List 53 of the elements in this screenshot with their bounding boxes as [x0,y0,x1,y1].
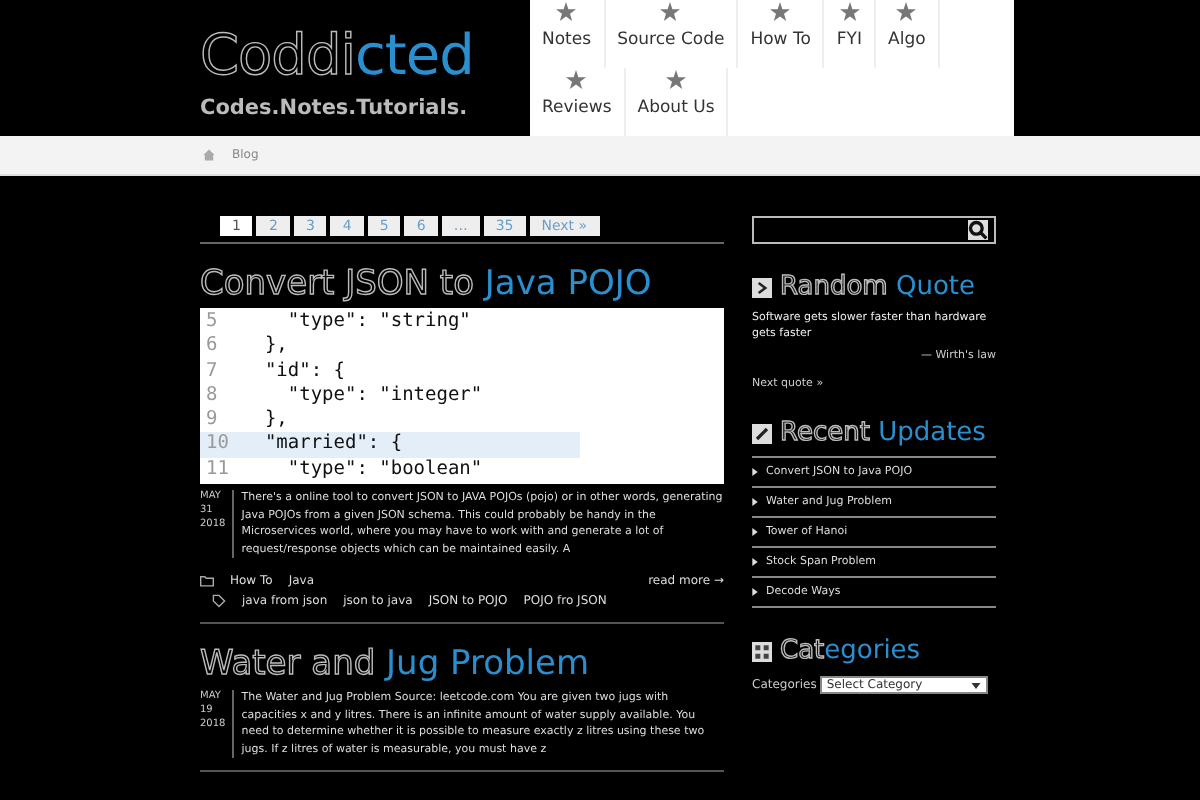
code-line: "married": { [262,432,403,458]
nav-link[interactable]: Algo [876,0,940,68]
site-logo[interactable]: Coddicted [200,24,474,88]
line-number: 11 [204,457,231,483]
nav-label: How To [750,30,811,50]
caret-icon [970,679,983,691]
star-icon [666,70,686,90]
grid-icon [752,641,772,661]
nav-label: FYI [836,30,863,50]
post-title[interactable]: Convert JSON to Java POJO [200,264,724,304]
nav-label: Notes [542,30,592,50]
bullet-icon [752,498,758,506]
star-icon [660,2,681,22]
star-icon [896,2,917,22]
line-number: 9 [204,408,220,433]
star-icon [839,2,860,22]
code-line: }, [262,334,288,360]
post-title[interactable]: Water and Jug Problem [200,644,724,685]
pencil-icon [752,423,772,443]
star-icon [566,70,587,90]
tag-icon [212,593,226,608]
nav-link[interactable]: FYI [824,0,877,68]
nav-link[interactable]: Notes [530,0,606,68]
line-number: 8 [204,383,220,409]
nav-label: About Us [637,98,715,118]
widget-title: Categories [780,636,921,666]
search-icon[interactable] [968,220,988,240]
code-line: "type": "integer" [285,383,483,409]
code-line: "type": "boolean" [285,457,483,483]
star-icon [770,2,791,22]
code-line: "id": { [262,359,345,384]
nav-label: Source Code [617,30,725,50]
line-number: 7 [204,359,220,384]
bullet-icon [752,468,758,476]
bullet-icon [752,528,758,536]
line-number: 5 [204,310,220,335]
bullet-icon [752,558,758,566]
search-field[interactable] [752,216,996,244]
nav-label: Algo [888,30,926,50]
site-tagline: Codes.Notes.Tutorials. [200,96,468,120]
folder-icon [200,573,214,588]
widget-title: Recent Updates [780,418,986,448]
star-icon [556,2,577,22]
nav-link[interactable]: Source Code [605,0,739,68]
widget-title: Random Quote [780,272,975,302]
line-number: 10 [204,432,231,458]
quote-icon [752,277,772,297]
code-line: }, [262,408,288,433]
nav-label: Reviews [542,98,612,118]
code-line: "type": "string" [285,310,471,335]
nav-link[interactable]: How To [738,0,825,68]
line-number: 6 [204,334,220,360]
bullet-icon [752,588,758,596]
